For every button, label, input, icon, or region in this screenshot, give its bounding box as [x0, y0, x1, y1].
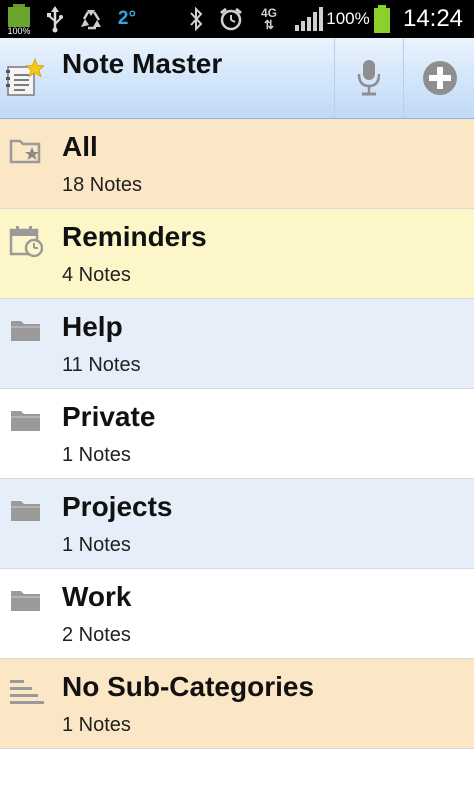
- category-title: Projects: [62, 491, 173, 522]
- folder-star-icon: [8, 133, 44, 169]
- plus-circle-icon: [422, 61, 457, 95]
- bluetooth-icon: [186, 0, 206, 38]
- folder-icon: [8, 493, 44, 529]
- category-count: 2 Notes: [62, 624, 131, 646]
- battery-widget-icon: 100%: [4, 0, 34, 38]
- recycle-icon: [78, 0, 104, 38]
- category-title: Work: [62, 581, 132, 612]
- list-item-all[interactable]: All 18 Notes: [0, 119, 474, 209]
- data-arrows-icon: ⇅: [263, 18, 275, 32]
- category-count: 1 Notes: [62, 444, 131, 466]
- battery-percent: 100%: [326, 9, 370, 28]
- category-title: Reminders: [62, 221, 207, 252]
- category-count: 11 Notes: [62, 354, 141, 376]
- category-list: All 18 Notes Reminders 4 Notes Help 11 N…: [0, 119, 474, 749]
- action-bar: Note Master: [0, 38, 474, 119]
- category-title: All: [62, 131, 98, 162]
- category-title: No Sub-Categories: [62, 671, 315, 702]
- list-item-private[interactable]: Private 1 Notes: [0, 389, 474, 479]
- category-count: 4 Notes: [62, 264, 131, 286]
- signal-strength-icon: [292, 0, 326, 38]
- voice-input-button[interactable]: [334, 38, 403, 118]
- folder-icon: [8, 583, 44, 619]
- usb-icon: [44, 0, 66, 38]
- battery-icon: [372, 0, 392, 38]
- battery-widget-label: 100%: [7, 26, 30, 36]
- calendar-clock-icon: [8, 223, 44, 259]
- list-item-work[interactable]: Work 2 Notes: [0, 569, 474, 659]
- notebook-star-icon[interactable]: [0, 38, 48, 118]
- alarm-clock-icon: [216, 0, 246, 38]
- list-item-help[interactable]: Help 11 Notes: [0, 299, 474, 389]
- microphone-icon: [357, 60, 381, 96]
- category-count: 1 Notes: [62, 714, 131, 736]
- list-item-no-sub-categories[interactable]: No Sub-Categories 1 Notes: [0, 659, 474, 749]
- add-note-button[interactable]: [403, 38, 474, 118]
- folder-icon: [8, 313, 44, 349]
- category-title: Help: [62, 311, 123, 342]
- category-title: Private: [62, 401, 156, 432]
- category-count: 18 Notes: [62, 174, 143, 196]
- lines-icon: [8, 673, 44, 709]
- temperature-text: 2°: [117, 8, 137, 29]
- clock-time: 14:24: [402, 5, 464, 32]
- category-count: 1 Notes: [62, 534, 131, 556]
- app-title: Note Master: [62, 48, 223, 79]
- list-item-reminders[interactable]: Reminders 4 Notes: [0, 209, 474, 299]
- folder-icon: [8, 403, 44, 439]
- list-item-projects[interactable]: Projects 1 Notes: [0, 479, 474, 569]
- status-bar: 100% 2° 4G ⇅ 100% 14:24: [0, 0, 474, 38]
- network-indicator: 4G ⇅: [256, 0, 282, 38]
